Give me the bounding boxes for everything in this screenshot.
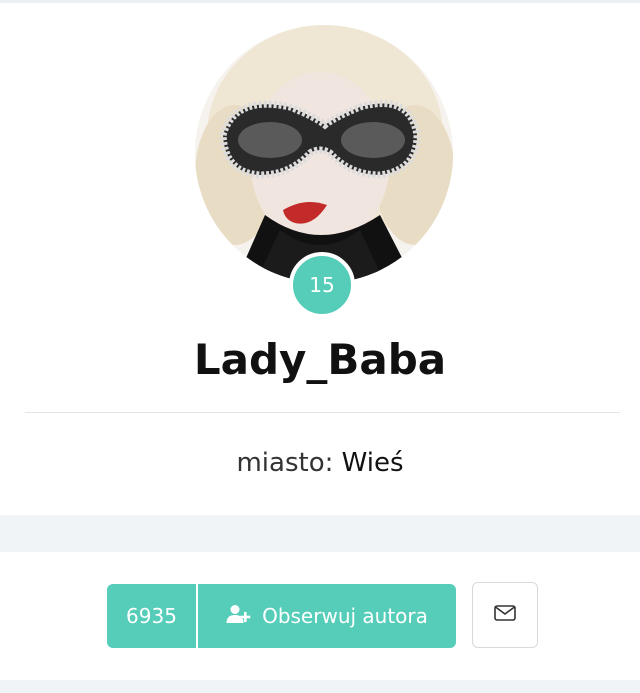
follow-author-button[interactable]: Obserwuj autora	[198, 584, 456, 648]
username: Lady_Baba	[193, 335, 447, 384]
city-info: miasto: Wieś	[0, 448, 640, 478]
section-separator	[0, 515, 640, 552]
envelope-icon	[494, 605, 516, 625]
follow-author-label: Obserwuj autora	[262, 604, 428, 628]
follow-group: 6935 Obserwuj autora	[107, 584, 456, 648]
followers-count: 6935	[107, 584, 198, 648]
divider	[25, 412, 620, 413]
send-message-button[interactable]	[472, 582, 538, 648]
avatar-image	[195, 25, 453, 283]
level-badge: 15	[289, 252, 355, 318]
profile-actions: 6935 Obserwuj autora	[0, 552, 640, 680]
bottom-separator	[0, 680, 640, 693]
city-label: miasto:	[236, 448, 334, 478]
avatar[interactable]	[195, 25, 453, 283]
city-value: Wieś	[341, 448, 404, 478]
profile-card: 15 Lady_Baba miasto: Wieś	[0, 3, 640, 515]
add-user-icon	[226, 604, 252, 629]
